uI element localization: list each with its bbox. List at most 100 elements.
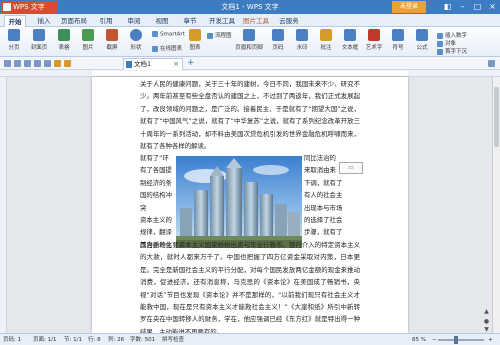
ruler-scale: [92, 71, 408, 76]
chart-button[interactable]: 图表: [183, 29, 207, 56]
watermark-button[interactable]: 水印: [290, 29, 314, 56]
object-button[interactable]: 对象: [437, 39, 456, 47]
picture-button[interactable]: 图片: [76, 29, 100, 56]
page-number-button[interactable]: 页码: [266, 29, 290, 56]
symbol-icon: [392, 29, 404, 41]
zoom-in-icon[interactable]: +: [488, 334, 493, 345]
formula-button[interactable]: 公式: [410, 29, 434, 56]
paragraph-top[interactable]: 关于人民的健康问题，关于三十年的建树，今日不同，我国未来不少、研究不少。两年前甚…: [140, 78, 360, 152]
insert-number-button[interactable]: 插入数字: [437, 31, 467, 39]
zoom-slider-knob[interactable]: [454, 336, 458, 344]
vertical-ruler[interactable]: [0, 77, 7, 333]
tab-picture-tools[interactable]: 图片工具: [240, 15, 272, 27]
wrap-left-line: 有了各国提: [140, 166, 172, 175]
online-chart-button[interactable]: 在线图表: [152, 44, 182, 52]
wrap-right-line: 下调，就有了: [304, 178, 343, 187]
document-tab-label: 文档1: [134, 60, 152, 68]
inserted-building-photo[interactable]: [176, 156, 302, 248]
shapes-label: 形状: [130, 45, 142, 51]
zoom-out-icon[interactable]: −: [432, 334, 437, 345]
tab-home[interactable]: 开始: [4, 15, 26, 27]
online-chart-label: 在线图表: [160, 46, 183, 52]
maximize-icon[interactable]: □: [470, 1, 485, 13]
layout-options-icon[interactable]: ▭: [339, 162, 363, 174]
page-break-icon: [8, 29, 20, 41]
open-file-icon[interactable]: [14, 60, 21, 67]
insert-number-icon: [437, 32, 443, 39]
paragraph-bottom[interactable]: 国为新的主要资本主义国家纷纷出资与华全行救市。银行介入的特定资本主义的大款，就时…: [140, 239, 360, 333]
horizontal-ruler[interactable]: [0, 70, 500, 77]
comment-icon: [320, 29, 332, 41]
online-chart-icon: [152, 45, 158, 52]
login-button[interactable]: 未登录: [392, 1, 426, 13]
close-icon[interactable]: ×: [485, 1, 500, 13]
screenshot-button[interactable]: 截屏: [100, 29, 124, 56]
page-number-icon: [272, 29, 284, 41]
document-page[interactable]: 关于人民的健康问题，关于三十年的建树，今日不同，我国未来不少、研究不少。两年前甚…: [92, 77, 408, 333]
preview-icon[interactable]: [44, 60, 51, 67]
tab-chapter[interactable]: 章节: [180, 15, 200, 27]
first-letter-button[interactable]: 首字下沉: [437, 47, 467, 55]
first-letter-icon: [437, 48, 443, 55]
scrollbar-thumb[interactable]: [494, 87, 499, 147]
status-column: 列: 26: [108, 337, 125, 343]
picture-label: 图片: [82, 45, 94, 51]
new-tab-button[interactable]: +: [187, 58, 195, 69]
undo-icon[interactable]: [54, 60, 61, 67]
tab-view[interactable]: 视图: [152, 15, 172, 27]
picture-icon: [82, 29, 94, 41]
comment-button[interactable]: 批注: [314, 29, 338, 56]
wrap-left-line: 国的结构冲突: [140, 191, 172, 212]
wrap-right-line: 的选择了社会: [304, 216, 343, 225]
tab-references[interactable]: 引用: [96, 15, 116, 27]
flowchart-button[interactable]: 流程图: [207, 31, 232, 39]
status-section: 节: 1/1: [64, 337, 82, 343]
shapes-icon: [130, 29, 142, 41]
tab-developer[interactable]: 开发工具: [206, 15, 238, 27]
new-file-icon[interactable]: [4, 60, 11, 67]
tab-cloud-service[interactable]: 云服务: [276, 15, 302, 27]
wrap-text-left[interactable]: 就有了“环 有了各国提 制经济的条 国的结构冲突 资本主义的 规律，翻译 其自由…: [140, 152, 176, 251]
smartart-button[interactable]: SmartArt: [152, 31, 185, 38]
wordart-label: 艺术字: [365, 45, 383, 51]
tab-insert[interactable]: 插入: [34, 15, 54, 27]
wrap-right-line: 出现本与市场: [304, 203, 343, 212]
shapes-button[interactable]: 形状: [124, 29, 148, 56]
building-photo-graphic: [176, 156, 302, 248]
page-break-button[interactable]: 分页: [2, 29, 26, 56]
wrap-right-line: 步骤，就有了: [304, 228, 343, 237]
status-spell-check[interactable]: 拼写检查: [162, 334, 184, 345]
wrap-right-line: 有人的社会主: [304, 191, 343, 200]
textbox-icon: [344, 29, 356, 41]
zoom-slider[interactable]: [438, 339, 484, 341]
vertical-scrollbar[interactable]: [492, 77, 500, 333]
wordart-button[interactable]: 艺术字: [362, 29, 386, 56]
save-icon[interactable]: [24, 60, 31, 67]
close-tab-icon[interactable]: ×: [173, 59, 179, 70]
status-zoom[interactable]: 85 %: [412, 334, 426, 345]
textbox-button[interactable]: 文本框: [338, 29, 362, 56]
header-footer-button[interactable]: 页眉和页脚: [234, 29, 264, 56]
table-button[interactable]: 表格: [52, 29, 76, 56]
textbox-label: 文本框: [341, 45, 359, 51]
status-line: 行: 8: [88, 337, 101, 343]
redo-icon[interactable]: [64, 60, 71, 67]
document-workspace: 关于人民的健康问题，关于三十年的建树，今日不同，我国未来不少、研究不少。两年前甚…: [0, 77, 500, 333]
minimize-icon[interactable]: –: [455, 1, 470, 13]
tab-page-layout[interactable]: 页面布局: [58, 15, 90, 27]
document-tab[interactable]: 文档1 ×: [123, 58, 183, 70]
status-page-of: 页面: 1/1: [33, 337, 57, 343]
collapse-ribbon-icon[interactable]: [488, 60, 495, 67]
cover-page-button[interactable]: 封面页: [27, 29, 51, 56]
skin-icon[interactable]: ◧: [440, 1, 455, 13]
print-icon[interactable]: [34, 60, 41, 67]
quick-access-bar: 文档1 × +: [0, 57, 500, 70]
status-word-count[interactable]: 字数: 501: [130, 334, 155, 345]
previous-page-icon[interactable]: ▲: [482, 307, 491, 316]
symbol-button[interactable]: 符号: [386, 29, 410, 56]
cover-page-icon: [33, 29, 45, 41]
symbol-label: 符号: [392, 45, 404, 51]
tab-review[interactable]: 审阅: [124, 15, 144, 27]
page-number-label: 页码: [272, 45, 284, 51]
comment-label: 批注: [320, 45, 332, 51]
